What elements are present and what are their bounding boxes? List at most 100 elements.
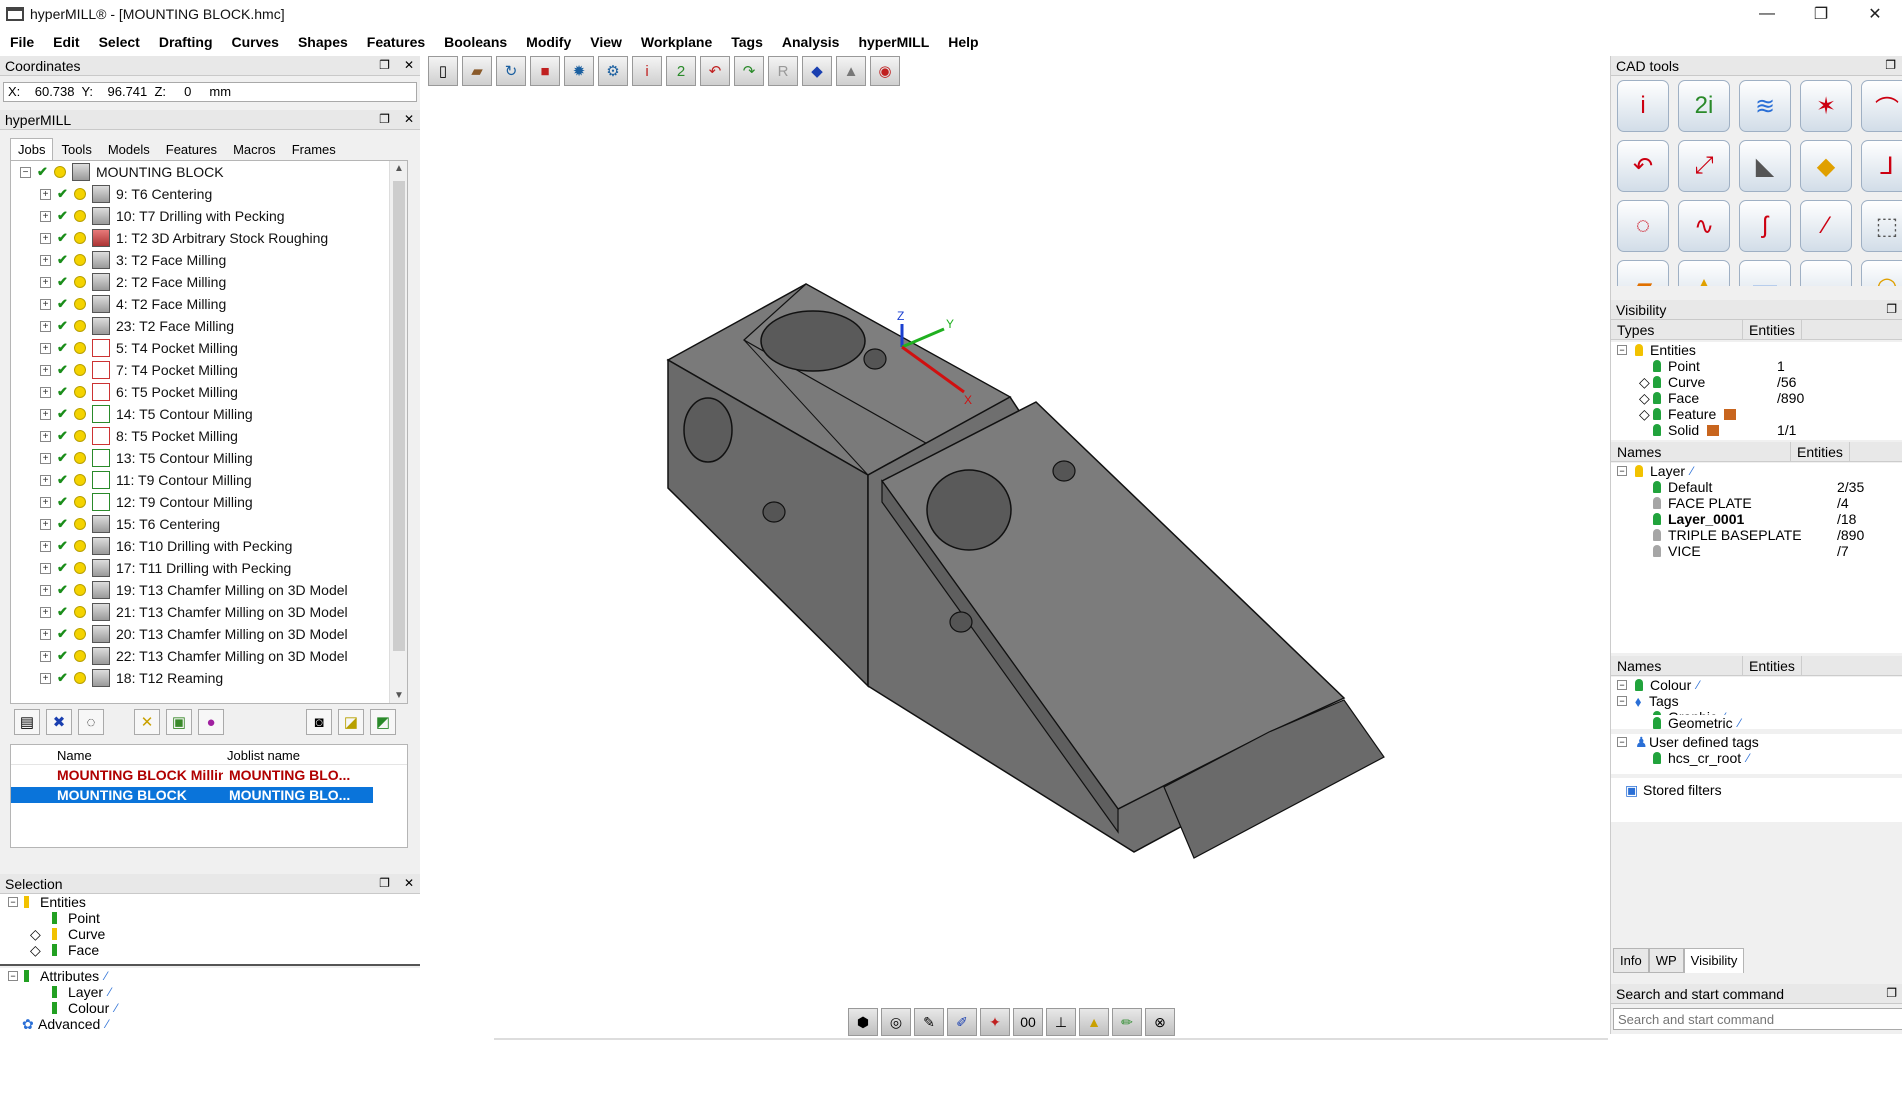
layer-item-active[interactable]: Layer_0001/18 <box>1611 511 1902 527</box>
expand-icon[interactable]: + <box>40 364 51 376</box>
job-row[interactable]: + ✔ 2: T2 Face Milling <box>11 271 389 293</box>
stored-filters-node[interactable]: ▣ Stored filters <box>1611 782 1902 799</box>
menu-edit[interactable]: Edit <box>53 34 79 50</box>
menu-features[interactable]: Features <box>367 34 425 50</box>
tag-geometric[interactable]: Geometric ⁄ <box>1611 715 1902 729</box>
expand-icon[interactable]: + <box>40 584 51 596</box>
feature-icon[interactable]: ● <box>198 709 224 735</box>
job-row[interactable]: + ✔ 3: T2 Face Milling <box>11 249 389 271</box>
box-icon[interactable]: ⬚ <box>1861 200 1902 252</box>
menu-select[interactable]: Select <box>99 34 140 50</box>
expand-icon[interactable]: + <box>40 408 51 420</box>
type-point[interactable]: Point 1 <box>1611 358 1902 374</box>
check-icon[interactable]: ✔ <box>57 296 71 312</box>
joblist-row[interactable]: MOUNTING BLOCK Milling... MOUNTING BLO..… <box>11 765 407 785</box>
selection-face[interactable]: ◇ Face <box>0 942 420 959</box>
wireframe-icon[interactable]: ⊗ <box>1145 1008 1175 1036</box>
bulb-icon[interactable] <box>74 584 86 596</box>
collapse-icon[interactable]: − <box>8 971 18 981</box>
visible-pin-icon[interactable] <box>1653 752 1661 764</box>
visible-pin-icon[interactable] <box>1635 465 1643 477</box>
job-row[interactable]: + ✔ 6: T5 Pocket Milling <box>11 381 389 403</box>
face-fill-icon[interactable]: ◆ <box>1800 140 1852 192</box>
bulb-icon[interactable] <box>74 386 86 398</box>
visible-pin-icon[interactable] <box>1635 679 1643 691</box>
3d-viewport[interactable]: Z Y X <box>424 92 1608 1040</box>
redo-icon[interactable]: ↷ <box>734 56 764 86</box>
check-icon[interactable]: ✔ <box>57 648 71 664</box>
tab-models[interactable]: Models <box>100 138 158 160</box>
expand-icon[interactable]: + <box>40 606 51 618</box>
tab-wp[interactable]: WP <box>1648 948 1684 973</box>
info-2d-icon[interactable]: 2 <box>666 56 696 86</box>
visible-pin-icon[interactable] <box>1653 408 1661 420</box>
menu-hypermill[interactable]: hyperMILL <box>858 34 929 50</box>
job-row[interactable]: + ✔ 16: T10 Drilling with Pecking <box>11 535 389 557</box>
warning-icon[interactable]: ▲ <box>836 56 866 86</box>
bulb-icon[interactable] <box>74 430 86 442</box>
solid-icon[interactable]: ◆ <box>802 56 832 86</box>
tool-database-icon[interactable]: ⚙ <box>598 56 628 86</box>
job-row[interactable]: + ✔ 19: T13 Chamfer Milling on 3D Model <box>11 579 389 601</box>
bulb-icon[interactable] <box>74 210 86 222</box>
layer-item[interactable]: Default 2/35 <box>1611 479 1902 495</box>
check-icon[interactable]: ✔ <box>57 252 71 268</box>
check-icon[interactable]: ✔ <box>57 340 71 356</box>
sim-icon[interactable]: ✕ <box>134 709 160 735</box>
postprocess-icon[interactable]: ◩ <box>370 709 396 735</box>
menu-analysis[interactable]: Analysis <box>782 34 840 50</box>
box-icon[interactable]: ■ <box>530 56 560 86</box>
type-curve[interactable]: ◇ Curve/56 <box>1611 374 1902 391</box>
job-row[interactable]: + ✔ 21: T13 Chamfer Milling on 3D Model <box>11 601 389 623</box>
circle-radius-icon[interactable]: ◌ <box>1617 200 1669 252</box>
type-solid[interactable]: Solid 1/1 <box>1611 422 1902 438</box>
search-command-input[interactable] <box>1613 1008 1902 1030</box>
check-icon[interactable]: ✔ <box>37 164 51 180</box>
job-row[interactable]: + ✔ 7: T4 Pocket Milling <box>11 359 389 381</box>
shape-icon[interactable]: ▰ <box>1617 260 1669 286</box>
visible-pin-icon[interactable] <box>1653 376 1661 388</box>
repeat-icon[interactable]: R <box>768 56 798 86</box>
hidden-pin-icon[interactable] <box>1653 545 1661 557</box>
expand-icon[interactable]: + <box>40 298 51 310</box>
names-column[interactable]: Names <box>1611 656 1743 675</box>
float-icon[interactable]: ❐ <box>379 58 390 72</box>
expand-icon[interactable]: + <box>40 342 51 354</box>
close-icon[interactable]: ✕ <box>404 112 414 126</box>
simulation-icon[interactable]: ◉ <box>870 56 900 86</box>
cone-icon[interactable]: ▲ <box>1678 260 1730 286</box>
rotate-icon[interactable]: ↻ <box>496 56 526 86</box>
job-row[interactable]: + ✔ 9: T6 Centering <box>11 183 389 205</box>
pin-icon[interactable]: ✦ <box>980 1008 1010 1036</box>
expand-icon[interactable]: + <box>40 188 51 200</box>
delete-icon[interactable]: ✖ <box>46 709 72 735</box>
float-icon[interactable]: ❐ <box>1885 58 1896 72</box>
expand-icon[interactable]: + <box>40 254 51 266</box>
entities-column[interactable]: Entities <box>1743 320 1802 339</box>
dome-icon[interactable]: ◠ <box>1861 260 1902 286</box>
job-row[interactable]: + ✔ 11: T9 Contour Milling <box>11 469 389 491</box>
job-row[interactable]: + ✔ 14: T5 Contour Milling <box>11 403 389 425</box>
bulb-icon[interactable] <box>74 298 86 310</box>
check-icon[interactable]: ✔ <box>57 186 71 202</box>
bulb-icon[interactable] <box>74 188 86 200</box>
check-icon[interactable]: ✔ <box>57 230 71 246</box>
float-icon[interactable]: ❐ <box>1886 302 1897 316</box>
display-mode-icon[interactable]: 00 <box>1013 1008 1043 1036</box>
plane-icon[interactable]: ▬ <box>1739 260 1791 286</box>
menu-workplane[interactable]: Workplane <box>641 34 712 50</box>
check-icon[interactable]: ✔ <box>57 450 71 466</box>
expand-icon[interactable]: + <box>40 518 51 530</box>
draft-icon[interactable]: ◣ <box>1739 140 1791 192</box>
layer-item[interactable]: TRIPLE BASEPLATE/890 <box>1611 527 1902 543</box>
float-icon[interactable]: ❐ <box>379 112 390 126</box>
visible-pin-icon[interactable] <box>1653 392 1661 404</box>
tab-tools[interactable]: Tools <box>53 138 99 160</box>
bulb-icon[interactable] <box>74 408 86 420</box>
freeform-icon[interactable]: ∿ <box>1678 200 1730 252</box>
collapse-icon[interactable]: − <box>8 897 18 907</box>
expand-icon[interactable]: + <box>40 232 51 244</box>
visible-pin-icon[interactable] <box>1653 424 1661 436</box>
attr-layer[interactable]: Layer ⁄ <box>0 984 420 1000</box>
bowl-icon[interactable]: ◡ <box>1800 260 1852 286</box>
